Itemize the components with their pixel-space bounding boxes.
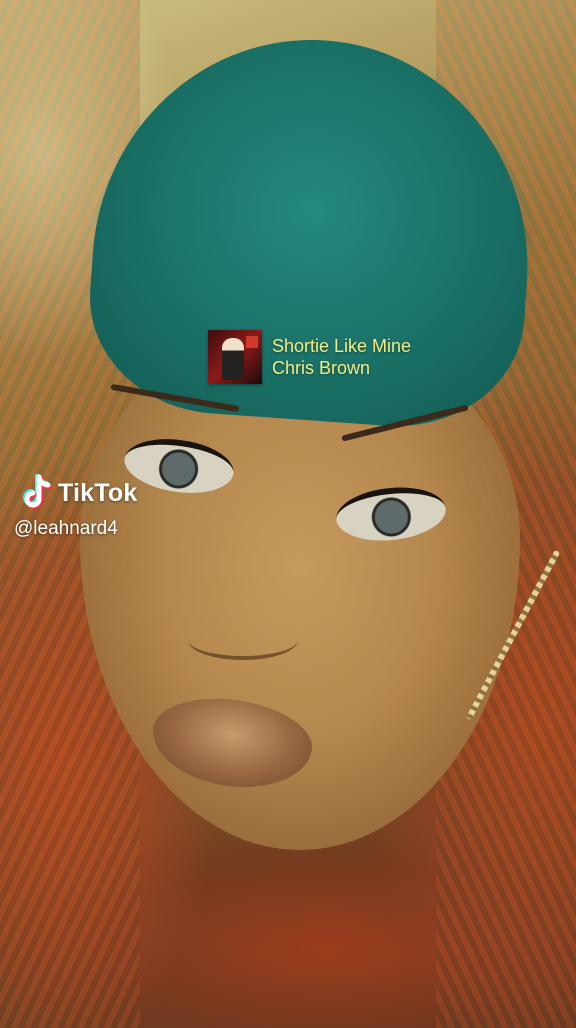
song-info: Shortie Like Mine Chris Brown: [272, 335, 411, 379]
album-cover-icon: [208, 330, 262, 384]
song-artist: Chris Brown: [272, 358, 371, 378]
tiktok-brand-text: TikTok: [58, 478, 138, 507]
user-handle: @leahnard4: [14, 518, 118, 539]
song-title: Shortie Like Mine: [272, 336, 412, 356]
nose: [188, 620, 298, 660]
album-figure: [222, 338, 244, 380]
music-sticker[interactable]: Shortie Like Mine Chris Brown: [208, 330, 411, 384]
tiktok-logo-icon: [23, 474, 52, 509]
video-frame: Shortie Like Mine Chris Brown TikTok @le…: [0, 0, 576, 1028]
album-logo-mark: [246, 336, 258, 348]
tiktok-watermark: TikTok @leahnard4: [14, 474, 138, 540]
